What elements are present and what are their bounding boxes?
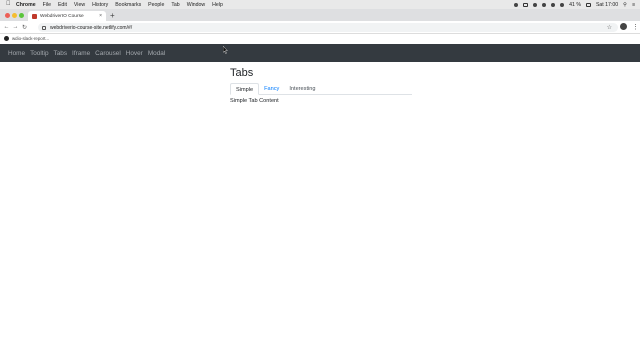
minimize-window-button[interactable]	[12, 12, 17, 18]
bookmarks-bar: wdio-slack-report...	[0, 34, 640, 42]
browser-tab-title: WebdriverIO Course	[40, 13, 84, 19]
menu-edit[interactable]: Edit	[58, 2, 67, 8]
nav-tabs[interactable]: Tabs	[54, 50, 68, 57]
menu-history[interactable]: History	[92, 2, 108, 8]
address-url[interactable]: webdriverio-course-site.netlify.com/#/	[50, 25, 132, 31]
zoom-window-button[interactable]	[19, 12, 24, 18]
menu-view[interactable]: View	[74, 2, 85, 8]
more-options-icon[interactable]: ⋮	[632, 21, 639, 34]
menu-list-icon[interactable]: ≡	[632, 2, 635, 8]
reload-icon[interactable]: ↻	[20, 24, 29, 31]
tab-list: Simple Fancy Interesting	[230, 83, 412, 95]
address-bar[interactable]: webdriverio-course-site.netlify.com/#/ ☆	[38, 23, 618, 32]
nav-modal[interactable]: Modal	[148, 50, 165, 57]
site-favicon-icon	[32, 13, 37, 19]
user-icon[interactable]	[533, 2, 538, 7]
bookmark-star-icon[interactable]: ☆	[607, 24, 612, 31]
forward-arrow-icon[interactable]: →	[11, 24, 20, 30]
page-title: Tabs	[230, 67, 254, 79]
new-tab-icon[interactable]: +	[110, 11, 115, 20]
profile-avatar[interactable]	[620, 23, 627, 30]
main-content: Tabs Simple Fancy Interesting Simple Tab…	[230, 62, 412, 104]
menu-people[interactable]: People	[148, 2, 164, 8]
battery-icon	[585, 2, 591, 7]
lock-icon[interactable]	[42, 25, 46, 30]
menu-tab[interactable]: Tab	[171, 2, 179, 8]
menu-app-name[interactable]: Chrome	[16, 2, 36, 8]
macos-menu-bar:  Chrome File Edit View History Bookmark…	[0, 0, 640, 9]
screen:  Chrome File Edit View History Bookmark…	[0, 0, 640, 360]
tab-simple[interactable]: Simple	[230, 83, 260, 95]
browser-tab-strip: WebdriverIO Course × +	[0, 9, 640, 21]
battery-status[interactable]: 41 %	[569, 2, 581, 8]
screen-mirror-icon[interactable]	[523, 2, 529, 7]
back-arrow-icon[interactable]: ←	[2, 24, 11, 30]
menu-help[interactable]: Help	[212, 2, 223, 8]
browser-tab[interactable]: WebdriverIO Course ×	[28, 11, 106, 21]
nav-tooltip[interactable]: Tooltip	[30, 50, 48, 57]
nav-carousel[interactable]: Carousel	[95, 50, 121, 57]
wifi-icon[interactable]	[551, 2, 556, 7]
github-icon	[4, 35, 9, 41]
mouse-cursor-icon	[223, 46, 228, 54]
nav-hover[interactable]: Hover	[126, 50, 143, 57]
site-navbar: Home Tooltip Tabs Iframe Carousel Hover …	[0, 44, 640, 62]
tab-fancy[interactable]: Fancy	[259, 83, 284, 95]
menu-bookmarks[interactable]: Bookmarks	[115, 2, 141, 8]
tab-content: Simple Tab Content	[230, 98, 279, 104]
close-window-button[interactable]	[5, 12, 10, 18]
close-tab-icon[interactable]: ×	[99, 13, 102, 19]
tab-interesting[interactable]: Interesting	[284, 83, 320, 95]
clock[interactable]: Sat 17:00	[596, 2, 618, 8]
volume-icon[interactable]	[560, 2, 565, 7]
apple-menu-icon[interactable]: 	[6, 0, 12, 9]
menu-window[interactable]: Window	[187, 2, 205, 8]
search-icon[interactable]: ⚲	[623, 2, 627, 8]
menubar-status-area: 41 % Sat 17:00 ⚲ ≡	[514, 0, 635, 9]
bluetooth-icon[interactable]	[542, 2, 547, 7]
status-icon[interactable]	[514, 2, 519, 7]
nav-iframe[interactable]: Iframe	[72, 50, 90, 57]
bookmark-item[interactable]: wdio-slack-report...	[12, 36, 49, 41]
browser-toolbar: ← → ↻ webdriverio-course-site.netlify.co…	[0, 21, 640, 34]
menu-file[interactable]: File	[43, 2, 51, 8]
nav-home[interactable]: Home	[8, 50, 25, 57]
